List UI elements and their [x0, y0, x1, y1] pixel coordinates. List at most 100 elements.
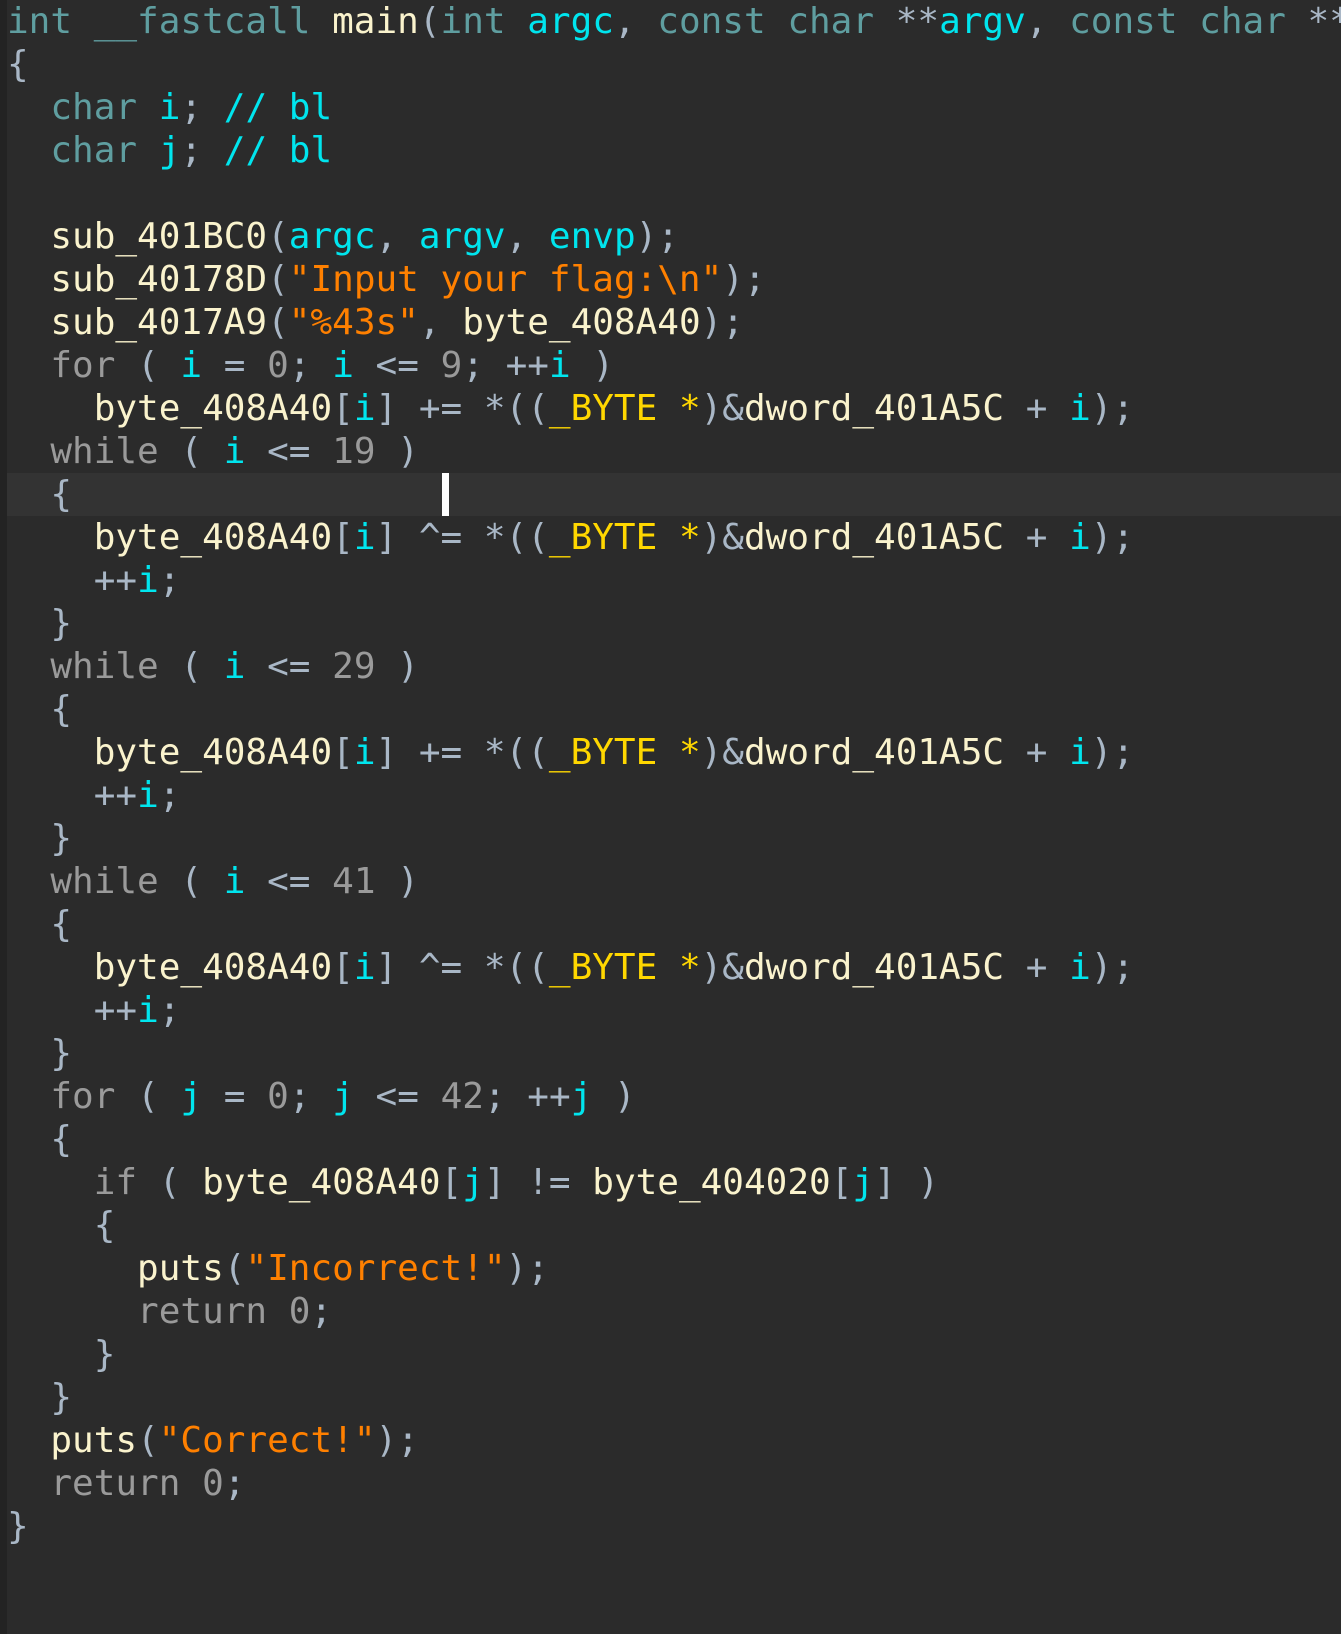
code-line[interactable]: byte_408A40[i] += *((_BYTE *)&dword_401A…	[7, 731, 1341, 774]
code-line[interactable]: sub_401BC0(argc, argv, envp);	[7, 215, 1341, 258]
code-line[interactable]: puts("Incorrect!");	[7, 1247, 1341, 1290]
code-token: return	[137, 1291, 289, 1332]
code-line[interactable]: byte_408A40[i] ^= *((_BYTE *)&dword_401A…	[7, 516, 1341, 559]
code-line[interactable]: byte_408A40[i] += *((_BYTE *)&dword_401A…	[7, 387, 1341, 430]
code-line[interactable]: ++i;	[7, 559, 1341, 602]
code-token: [	[440, 1162, 463, 1203]
line-gutter	[0, 0, 7, 1634]
code-line[interactable]: ++i;	[7, 774, 1341, 817]
code-line[interactable]: return 0;	[7, 1290, 1341, 1333]
code-token: const	[1069, 1, 1200, 42]
code-line[interactable]: {	[7, 1204, 1341, 1247]
code-token: i	[137, 775, 159, 816]
code-line[interactable]: while ( i <= 29 )	[7, 645, 1341, 688]
code-token: _BYTE	[548, 947, 658, 988]
code-area[interactable]: int __fastcall main(int argc, const char…	[7, 0, 1341, 1634]
code-line[interactable]: }	[7, 1333, 1341, 1376]
code-line[interactable]: while ( i <= 19 )	[7, 430, 1341, 473]
code-token: )&	[700, 947, 744, 988]
code-line[interactable]: }	[7, 1505, 1341, 1548]
code-token: }	[50, 1377, 73, 1418]
code-line[interactable]: {	[7, 473, 1341, 516]
code-line[interactable]: }	[7, 602, 1341, 645]
code-token: +	[1004, 732, 1070, 773]
code-token: *	[657, 388, 701, 429]
code-token: ++	[527, 1076, 571, 1117]
code-line[interactable]: return 0;	[7, 1462, 1341, 1505]
code-line[interactable]	[7, 172, 1341, 215]
code-line[interactable]: {	[7, 43, 1341, 86]
code-token: if	[93, 1162, 159, 1203]
code-token: <=	[353, 1076, 441, 1117]
code-line[interactable]: sub_4017A9("%43s", byte_408A40);	[7, 301, 1341, 344]
code-token: (	[267, 302, 289, 343]
code-token: sub_401BC0	[50, 216, 268, 257]
code-token: ] += *((	[375, 388, 549, 429]
code-token: *	[657, 732, 701, 773]
code-token: int	[7, 1, 94, 42]
code-line[interactable]: {	[7, 903, 1341, 946]
code-token: byte_408A40	[93, 732, 333, 773]
code-token: char	[787, 1, 896, 42]
code-token: )&	[700, 732, 744, 773]
code-token: );	[1090, 732, 1135, 773]
code-token: }	[50, 818, 73, 859]
code-token: while	[50, 861, 181, 902]
code-line[interactable]: for ( j = 0; j <= 42; ++j )	[7, 1075, 1341, 1118]
code-line[interactable]: {	[7, 1118, 1341, 1161]
code-token: );	[505, 1248, 549, 1289]
code-token: byte_408A40	[462, 302, 701, 343]
code-line[interactable]: int __fastcall main(int argc, const char…	[7, 0, 1341, 43]
code-line[interactable]: }	[7, 1376, 1341, 1419]
code-line[interactable]: char j; // bl	[7, 129, 1341, 172]
code-line[interactable]: for ( i = 0; i <= 9; ++i )	[7, 344, 1341, 387]
code-token: i	[548, 345, 571, 386]
code-token: ;	[310, 1291, 333, 1332]
code-token: i	[158, 87, 181, 128]
code-token: i	[353, 388, 376, 429]
code-token: ] )	[874, 1162, 940, 1203]
code-token: while	[50, 431, 181, 472]
code-line[interactable]: {	[7, 688, 1341, 731]
code-token: dword_401A5C	[743, 517, 1005, 558]
code-token: +	[1004, 388, 1070, 429]
code-token: argc	[288, 216, 376, 257]
code-token: "%43s"	[288, 302, 419, 343]
code-token: "Correct!"	[158, 1420, 376, 1461]
code-line[interactable]: char i; // bl	[7, 86, 1341, 129]
code-token: (	[267, 259, 289, 300]
code-token: {	[7, 44, 29, 85]
code-token: argv	[418, 216, 506, 257]
code-token: 9	[440, 345, 463, 386]
code-line[interactable]: byte_408A40[i] ^= *((_BYTE *)&dword_401A…	[7, 946, 1341, 989]
pseudocode-view[interactable]: int __fastcall main(int argc, const char…	[0, 0, 1341, 1634]
code-token: j	[158, 130, 181, 171]
code-token: (	[418, 1, 441, 42]
code-line[interactable]: ++i;	[7, 989, 1341, 1032]
code-line[interactable]: }	[7, 1032, 1341, 1075]
code-line[interactable]: sub_40178D("Input your flag:\n");	[7, 258, 1341, 301]
code-token: char	[50, 130, 159, 171]
code-line[interactable]: if ( byte_408A40[j] != byte_404020[j] )	[7, 1161, 1341, 1204]
code-token: byte_408A40	[93, 517, 333, 558]
code-line[interactable]: while ( i <= 41 )	[7, 860, 1341, 903]
code-token: ;	[223, 1463, 246, 1504]
code-line[interactable]: puts("Correct!");	[7, 1419, 1341, 1462]
code-line[interactable]: }	[7, 817, 1341, 860]
